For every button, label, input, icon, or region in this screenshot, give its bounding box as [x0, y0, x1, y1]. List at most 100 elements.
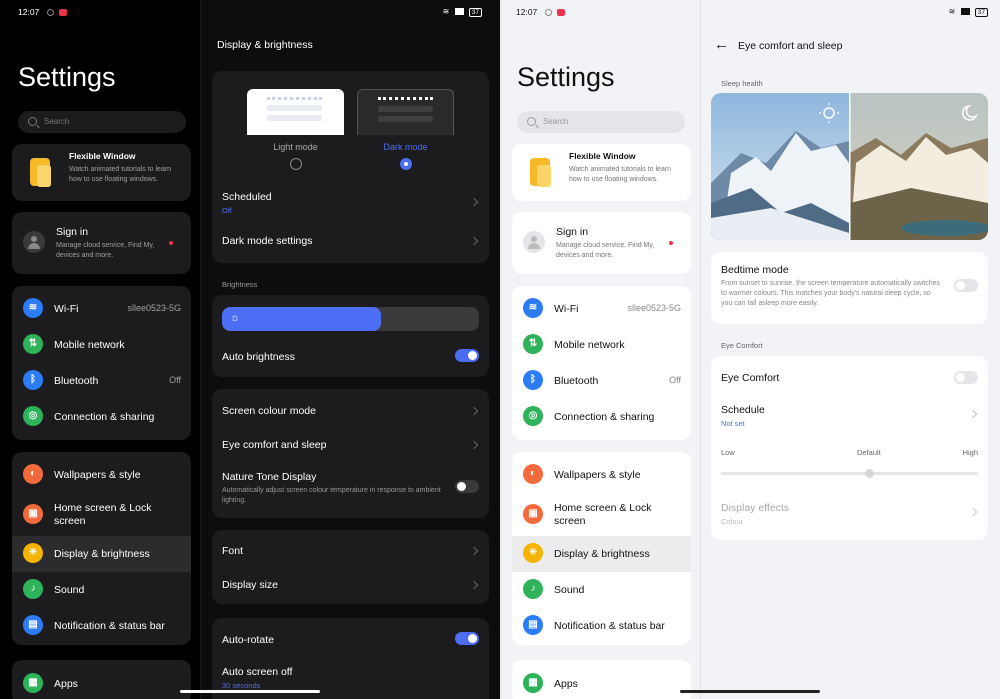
sidebar-item-label: Wallpapers & style: [54, 469, 141, 481]
back-arrow-icon[interactable]: ←: [714, 36, 729, 53]
connection-sharing-icon: ◎: [523, 406, 543, 426]
auto-rotate-row: Auto-rotate: [212, 628, 489, 650]
page-title: Settings: [517, 62, 615, 92]
screen-card: Auto-rotate Auto screen off 30 seconds: [212, 618, 489, 699]
personalization-group: ◐ Wallpapers & style ▣ Home screen & Loc…: [512, 452, 691, 645]
scheduled-row[interactable]: Scheduled Off: [212, 183, 489, 219]
sidebar-item-wallpapers[interactable]: ◐ Wallpapers & style: [12, 457, 191, 493]
signin-desc: Manage cloud service, Find My, devices a…: [556, 242, 655, 259]
dark-mode-settings-label: Dark mode settings: [222, 235, 313, 247]
sidebar-item-label: Bluetooth: [54, 375, 99, 387]
auto-screen-off-label: Auto screen off: [222, 666, 293, 678]
promo-card[interactable]: Flexible Window Watch animated tutorials…: [12, 144, 191, 201]
home-indicator[interactable]: [680, 690, 820, 693]
sleep-health-image: [711, 93, 988, 240]
sidebar-item-label: Wi-Fi: [54, 303, 79, 315]
sidebar-item-bluetooth[interactable]: ᛒ Bluetooth Off: [12, 363, 191, 399]
sidebar-item-mobile-network[interactable]: ⇅ Mobile network: [512, 327, 691, 363]
home-indicator[interactable]: [180, 690, 320, 693]
sidebar-item-label: Bluetooth: [554, 375, 599, 387]
nature-tone-toggle[interactable]: [455, 480, 479, 493]
wifi-icon: ≋: [523, 298, 543, 318]
sidebar-item-mobile-network[interactable]: ⇅ Mobile network: [12, 327, 191, 363]
search-input[interactable]: Search: [517, 111, 685, 133]
bedtime-mode-desc: From sunset to sunrise, the screen tempe…: [721, 280, 941, 307]
eye-comfort-row[interactable]: Eye comfort and sleep: [212, 431, 489, 459]
status-icons: ≋ 37: [949, 7, 988, 17]
eye-comfort-toggle[interactable]: [954, 371, 978, 384]
bedtime-mode-toggle[interactable]: [954, 279, 978, 292]
display-effects-value: Colour: [721, 517, 744, 526]
sidebar-item-sound[interactable]: ♪ Sound: [12, 572, 191, 608]
connectivity-group: ≋ Wi-Fi sllee0523-5G ⇅ Mobile network ᛒ …: [512, 286, 691, 440]
sidebar-item-notification[interactable]: ▤ Notification & status bar: [512, 608, 691, 644]
sidebar-item-connection-sharing[interactable]: ◎ Connection & sharing: [512, 399, 691, 435]
light-mode-preview[interactable]: [247, 89, 344, 135]
font-row[interactable]: Font: [212, 538, 489, 564]
signin-card[interactable]: Sign in Manage cloud service, Find My, d…: [512, 212, 691, 274]
wifi-status-icon: ≋: [948, 7, 956, 16]
sidebar-item-wifi[interactable]: ≋ Wi-Fi sllee0523-5G: [512, 291, 691, 327]
sidebar-item-wallpapers[interactable]: ◐ Wallpapers & style: [512, 457, 691, 493]
sidebar-item-home-lock-screen[interactable]: ▣ Home screen & Lock screen: [12, 493, 191, 537]
brightness-slider[interactable]: ☼: [222, 307, 479, 331]
avatar: [23, 231, 45, 253]
home-screen-icon: ▣: [23, 504, 43, 524]
theme-card: Light mode Dark mode Scheduled Off Dark …: [212, 71, 489, 263]
eye-comfort-slider-thumb[interactable]: [865, 469, 874, 478]
pane-title: Display & brightness: [217, 39, 313, 51]
sidebar-item-apps[interactable]: ▦ Apps: [512, 666, 691, 699]
alarm-icon: [46, 9, 54, 16]
sidebar-item-apps[interactable]: ▦ Apps: [12, 666, 191, 699]
sidebar-item-bluetooth[interactable]: ᛒ Bluetooth Off: [512, 363, 691, 399]
screen-colour-mode-row[interactable]: Screen colour mode: [212, 397, 489, 425]
sun-icon: ☼: [230, 312, 241, 324]
dark-mode-settings-row[interactable]: Dark mode settings: [212, 223, 489, 259]
sidebar-item-wifi[interactable]: ≋ Wi-Fi sllee0523-5G: [12, 291, 191, 327]
display-brightness-pane: ≋ 37 Display & brightness Light mode Dar…: [201, 0, 500, 699]
search-icon: [28, 117, 37, 126]
intensity-high-label: High: [962, 448, 978, 457]
signin-card[interactable]: Sign in Manage cloud service, Find My, d…: [12, 212, 191, 274]
auto-rotate-toggle[interactable]: [455, 632, 479, 645]
sidebar-item-connection-sharing[interactable]: ◎ Connection & sharing: [12, 399, 191, 435]
sidebar-item-notification[interactable]: ▤ Notification & status bar: [12, 608, 191, 644]
auto-brightness-toggle[interactable]: [455, 349, 479, 362]
signin-title: Sign in: [556, 226, 589, 238]
dark-mode-label: Dark mode: [383, 142, 428, 152]
status-time: 12:07: [18, 7, 40, 17]
search-input[interactable]: Search: [18, 111, 186, 133]
brightness-slider-fill: [222, 307, 382, 331]
light-mode-radio[interactable]: [290, 158, 302, 170]
display-size-row[interactable]: Display size: [212, 572, 489, 598]
search-placeholder: Search: [44, 117, 70, 126]
promo-desc: Watch animated tutorials to learn how to…: [569, 166, 672, 183]
sidebar-item-label: Wi-Fi: [554, 303, 579, 315]
mobile-network-icon: ⇅: [23, 334, 43, 354]
display-effects-row[interactable]: Display effects Colour: [711, 496, 988, 528]
flexible-window-icon-back: [37, 165, 51, 187]
nature-tone-desc: Automatically adjust screen colour tempe…: [222, 487, 441, 504]
promo-card[interactable]: Flexible Window Watch animated tutorials…: [512, 144, 691, 201]
search-icon: [527, 117, 536, 126]
sidebar-item-sound[interactable]: ♪ Sound: [512, 572, 691, 608]
apps-group: ▦ Apps: [12, 660, 191, 699]
signin-title: Sign in: [56, 226, 89, 238]
promo-title: Flexible Window: [569, 151, 636, 161]
dark-screen: 12:07 Settings Search Flexible Window Wa…: [0, 0, 500, 699]
notification-app-icon: [557, 9, 566, 16]
sidebar-item-label: Mobile network: [54, 339, 125, 351]
eye-comfort-slider[interactable]: [721, 469, 978, 478]
chevron-right-icon: [469, 236, 479, 246]
status-icons: ≋ 37: [443, 7, 482, 17]
schedule-row[interactable]: Schedule Not set: [711, 400, 988, 430]
sidebar-item-label: Mobile network: [554, 339, 625, 351]
dark-mode-radio[interactable]: [400, 158, 412, 170]
display-effects-label: Display effects: [721, 502, 790, 514]
dark-mode-preview[interactable]: [357, 89, 454, 135]
sidebar-item-home-lock-screen[interactable]: ▣ Home screen & Lock screen: [512, 493, 691, 537]
sidebar-item-display-brightness[interactable]: ☀ Display & brightness: [512, 536, 691, 572]
auto-brightness-row: Auto brightness: [212, 343, 489, 369]
sidebar-item-display-brightness[interactable]: ☀ Display & brightness: [12, 536, 191, 572]
auto-screen-off-row[interactable]: Auto screen off 30 seconds: [212, 660, 489, 690]
